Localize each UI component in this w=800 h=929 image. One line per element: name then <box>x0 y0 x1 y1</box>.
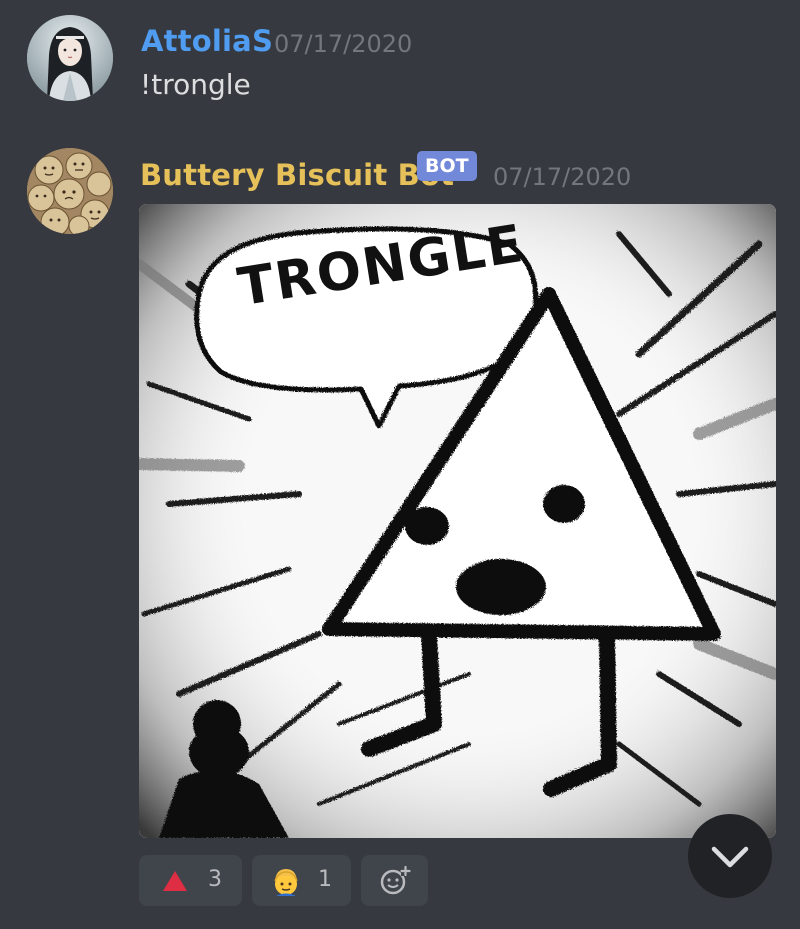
trongle-drawing <box>139 204 776 838</box>
scroll-to-bottom-button[interactable] <box>688 814 772 898</box>
reaction-red-triangle[interactable]: 3 <box>139 855 242 906</box>
red-triangle-up-icon <box>161 869 189 897</box>
message: AttoliaS 07/17/2020 !trongle <box>0 0 800 130</box>
add-reaction-icon <box>379 865 411 901</box>
reaction-count: 1 <box>318 867 332 892</box>
add-reaction-button[interactable] <box>361 855 428 906</box>
chevron-down-icon <box>711 846 749 868</box>
bot-avatar[interactable] <box>27 148 113 234</box>
bot-tag: BOT <box>417 151 477 181</box>
image-attachment[interactable]: TRONGLE <box>139 204 776 838</box>
timestamp: 07/17/2020 <box>493 163 632 191</box>
person-blond-hair-icon <box>270 865 302 901</box>
avatar-image <box>27 15 113 101</box>
reaction-count: 3 <box>208 867 222 892</box>
username[interactable]: Buttery Biscuit Bot <box>140 158 454 192</box>
username[interactable]: AttoliaS <box>141 24 273 58</box>
timestamp: 07/17/2020 <box>274 30 413 58</box>
user-avatar[interactable] <box>27 15 113 101</box>
message-text: !trongle <box>140 68 251 101</box>
avatar-image <box>27 148 113 234</box>
reaction-person-blond[interactable]: 1 <box>252 855 351 906</box>
